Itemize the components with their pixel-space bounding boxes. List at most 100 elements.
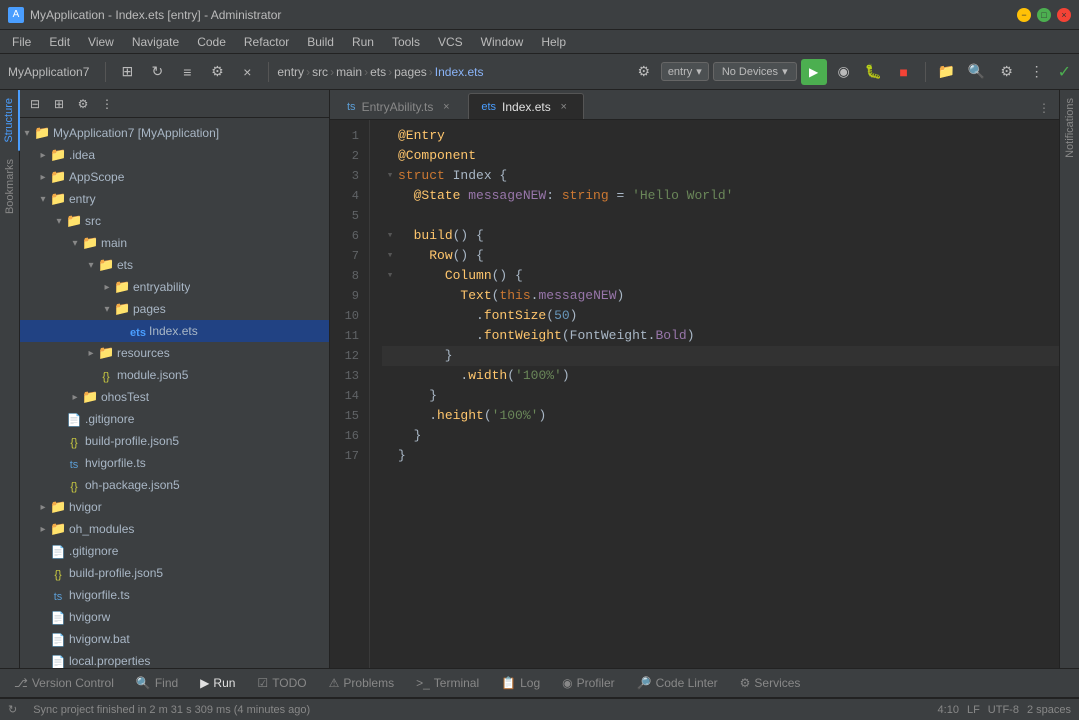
indent-setting[interactable]: 2 spaces bbox=[1027, 704, 1071, 716]
settings-icon[interactable]: ⚙ bbox=[631, 59, 657, 85]
bottom-tab-todo[interactable]: ☑ TODO bbox=[247, 671, 316, 695]
editor-area: ts EntryAbility.ts × ets Index.ets × ⋮ 1… bbox=[330, 90, 1059, 668]
menu-item-navigate[interactable]: Navigate bbox=[124, 31, 187, 53]
tree-item-gitignore2[interactable]: 📄.gitignore bbox=[20, 540, 329, 562]
tree-label-local-props: local.properties bbox=[69, 654, 150, 668]
encoding[interactable]: UTF-8 bbox=[988, 704, 1019, 716]
stop-btn[interactable]: ■ bbox=[891, 59, 917, 85]
right-tab-notifications[interactable]: Notifications bbox=[1060, 90, 1079, 166]
sidebar-more-btn[interactable]: ⋮ bbox=[96, 93, 118, 115]
close-button[interactable]: × bbox=[1057, 8, 1071, 22]
tree-item-local-props[interactable]: 📄local.properties bbox=[20, 650, 329, 668]
menu-item-build[interactable]: Build bbox=[299, 31, 342, 53]
fold-indicator-7[interactable]: ▾ bbox=[382, 246, 398, 266]
tree-item-src[interactable]: ▾📁src bbox=[20, 210, 329, 232]
tree-item-main[interactable]: ▾📁main bbox=[20, 232, 329, 254]
breadcrumb-current[interactable]: Index.ets bbox=[435, 65, 484, 79]
bottom-tab-profiler[interactable]: ◉ Profiler bbox=[552, 671, 625, 695]
bottom-tab-services[interactable]: ⚙ Services bbox=[730, 671, 811, 695]
tree-item-gitignore1[interactable]: 📄.gitignore bbox=[20, 408, 329, 430]
tree-item-hvigorw-bat[interactable]: 📄hvigorw.bat bbox=[20, 628, 329, 650]
tree-item-resources[interactable]: ▸📁resources bbox=[20, 342, 329, 364]
tree-item-appscope[interactable]: ▸📁AppScope bbox=[20, 166, 329, 188]
search-btn[interactable]: 🔍 bbox=[964, 59, 990, 85]
entry-selector[interactable]: entry ▾ bbox=[661, 62, 709, 81]
device-selector[interactable]: No Devices ▾ bbox=[713, 62, 797, 81]
tree-item-oh-modules[interactable]: ▸📁oh_modules bbox=[20, 518, 329, 540]
tab-indexets-close[interactable]: × bbox=[557, 100, 571, 114]
code-content[interactable]: @Entry @Component▾struct Index { @State … bbox=[370, 120, 1059, 668]
menu-item-refactor[interactable]: Refactor bbox=[236, 31, 297, 53]
tree-item-entryability[interactable]: ▸📁entryability bbox=[20, 276, 329, 298]
settings2-btn[interactable]: ⚙ bbox=[994, 59, 1020, 85]
bottom-tab-problems[interactable]: ⚠ Problems bbox=[319, 671, 404, 695]
code-line-7: ▾ Row() { bbox=[382, 246, 1059, 266]
minimize-button[interactable]: − bbox=[1017, 8, 1031, 22]
tree-item-hvigorfile1[interactable]: tshvigorfile.ts bbox=[20, 452, 329, 474]
sidebar-collapse-btn[interactable]: ⊟ bbox=[24, 93, 46, 115]
menu-btn[interactable]: ⋮ bbox=[1024, 59, 1050, 85]
status-sync-icon[interactable]: ↻ bbox=[8, 703, 17, 716]
left-tab-structure[interactable]: Structure bbox=[0, 90, 20, 151]
tab-bar-right: ⋮ bbox=[1033, 97, 1055, 119]
tree-item-hvigorw[interactable]: 📄hvigorw bbox=[20, 606, 329, 628]
menu-item-help[interactable]: Help bbox=[533, 31, 574, 53]
sidebar-expand-btn[interactable]: ⊞ bbox=[48, 93, 70, 115]
bottom-tab-terminal[interactable]: >_ Terminal bbox=[406, 671, 489, 695]
menu-item-tools[interactable]: Tools bbox=[384, 31, 428, 53]
tab-index-ets[interactable]: ets Index.ets × bbox=[468, 93, 583, 119]
close-panel-btn[interactable]: × bbox=[234, 59, 260, 85]
tree-item-idea[interactable]: ▸📁.idea bbox=[20, 144, 329, 166]
breadcrumb-ets[interactable]: ets bbox=[370, 65, 386, 79]
tree-item-index-ets[interactable]: etsIndex.ets bbox=[20, 320, 329, 342]
sync-btn[interactable]: ↻ bbox=[144, 59, 170, 85]
menu-item-code[interactable]: Code bbox=[189, 31, 234, 53]
menu-item-run[interactable]: Run bbox=[344, 31, 382, 53]
tree-item-build-profile2[interactable]: {}build-profile.json5 bbox=[20, 562, 329, 584]
left-tab-bookmarks[interactable]: Bookmarks bbox=[1, 151, 19, 222]
bottom-tab-find[interactable]: 🔍 Find bbox=[126, 671, 188, 695]
tree-item-entry[interactable]: ▾📁entry bbox=[20, 188, 329, 210]
tree-item-pages[interactable]: ▾📁pages bbox=[20, 298, 329, 320]
fold-indicator-3[interactable]: ▾ bbox=[382, 166, 398, 186]
tab-more-btn[interactable]: ⋮ bbox=[1033, 97, 1055, 119]
fold-indicator-6[interactable]: ▾ bbox=[382, 226, 398, 246]
menu-item-edit[interactable]: Edit bbox=[41, 31, 78, 53]
tree-item-hvigor[interactable]: ▸📁hvigor bbox=[20, 496, 329, 518]
fold-indicator-8[interactable]: ▾ bbox=[382, 266, 398, 286]
bottom-tab-code-linter[interactable]: 🔎 Code Linter bbox=[627, 671, 728, 695]
tree-item-module-json[interactable]: {}module.json5 bbox=[20, 364, 329, 386]
tree-item-ohostest[interactable]: ▸📁ohosTest bbox=[20, 386, 329, 408]
project-view-btn[interactable]: ⊞ bbox=[114, 59, 140, 85]
menu-item-vcs[interactable]: VCS bbox=[430, 31, 471, 53]
cursor-position[interactable]: 4:10 bbox=[938, 704, 959, 716]
structure-btn[interactable]: ≡ bbox=[174, 59, 200, 85]
settings-btn[interactable]: ⚙ bbox=[204, 59, 230, 85]
tab-entry-ability[interactable]: ts EntryAbility.ts × bbox=[334, 93, 466, 119]
menu-item-view[interactable]: View bbox=[80, 31, 122, 53]
menu-item-window[interactable]: Window bbox=[473, 31, 532, 53]
maximize-button[interactable]: □ bbox=[1037, 8, 1051, 22]
debug-btn[interactable]: 🐛 bbox=[861, 59, 887, 85]
folder-btn[interactable]: 📁 bbox=[934, 59, 960, 85]
tree-item-build-profile1[interactable]: {}build-profile.json5 bbox=[20, 430, 329, 452]
tree-item-myapp[interactable]: ▾📁MyApplication7 [MyApplication] bbox=[20, 122, 329, 144]
bottom-tab-log[interactable]: 📋 Log bbox=[491, 671, 550, 695]
breadcrumb-pages[interactable]: pages bbox=[394, 65, 427, 79]
sidebar-settings-btn[interactable]: ⚙ bbox=[72, 93, 94, 115]
bottom-tab-run[interactable]: ▶ Run bbox=[190, 671, 245, 695]
breadcrumb-src[interactable]: src bbox=[312, 65, 328, 79]
code-editor[interactable]: 1234567891011121314151617 @Entry @Compon… bbox=[330, 120, 1059, 668]
run-button[interactable]: ▶ bbox=[801, 59, 827, 85]
tree-item-ets[interactable]: ▾📁ets bbox=[20, 254, 329, 276]
breadcrumb-main[interactable]: main bbox=[336, 65, 362, 79]
bottom-tab-version-control[interactable]: ⎇ Version Control bbox=[4, 671, 124, 695]
breadcrumb-entry[interactable]: entry bbox=[277, 65, 304, 79]
tab-entryability-close[interactable]: × bbox=[439, 100, 453, 114]
tree-item-oh-package1[interactable]: {}oh-package.json5 bbox=[20, 474, 329, 496]
tree-item-hvigorfile2[interactable]: tshvigorfile.ts bbox=[20, 584, 329, 606]
project-selector[interactable]: MyApplication7 bbox=[8, 65, 89, 79]
line-ending[interactable]: LF bbox=[967, 704, 980, 716]
profile-btn[interactable]: ◉ bbox=[831, 59, 857, 85]
menu-item-file[interactable]: File bbox=[4, 31, 39, 53]
